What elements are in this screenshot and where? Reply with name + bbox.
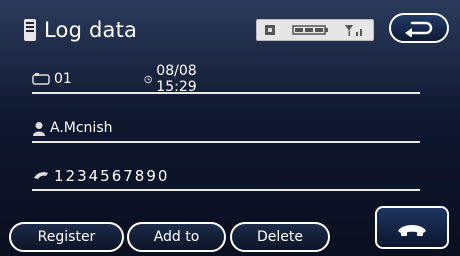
delete-button[interactable]: Delete [230, 222, 330, 252]
divider [32, 92, 420, 94]
battery-icon [292, 25, 328, 35]
register-button[interactable]: Register [9, 222, 124, 252]
datetime-group: 08/08 15:29 [144, 63, 203, 95]
title-bar: Log data [22, 14, 137, 46]
person-icon [33, 121, 45, 136]
contact-name: A.Mcnish [50, 120, 113, 136]
phone-number-row: 1234567890 [32, 165, 420, 191]
back-button[interactable] [389, 13, 449, 43]
phone-document-icon [24, 19, 36, 41]
log-index-row: 01 08/08 15:29 [32, 63, 420, 95]
bluetooth-icon [265, 25, 275, 35]
phone-log-icon [32, 73, 50, 85]
phone-number: 1234567890 [54, 167, 170, 185]
phone-number-icon [34, 172, 48, 179]
handset-icon [398, 224, 426, 236]
log-datetime: 08/08 15:29 [156, 63, 197, 95]
add-to-button[interactable]: Add to [127, 222, 226, 252]
page-title: Log data [44, 18, 138, 42]
divider [32, 141, 420, 143]
clock-icon [144, 75, 152, 83]
call-button[interactable] [375, 206, 449, 249]
status-bar [256, 19, 374, 41]
log-data-screen: Log data 01 08/08 15:29 A.Mcnish 1234567… [0, 0, 460, 256]
back-arrow-icon [405, 21, 433, 37]
log-index: 01 [54, 71, 72, 87]
signal-icon [345, 25, 362, 36]
divider [32, 189, 420, 191]
contact-name-row: A.Mcnish [32, 117, 420, 143]
